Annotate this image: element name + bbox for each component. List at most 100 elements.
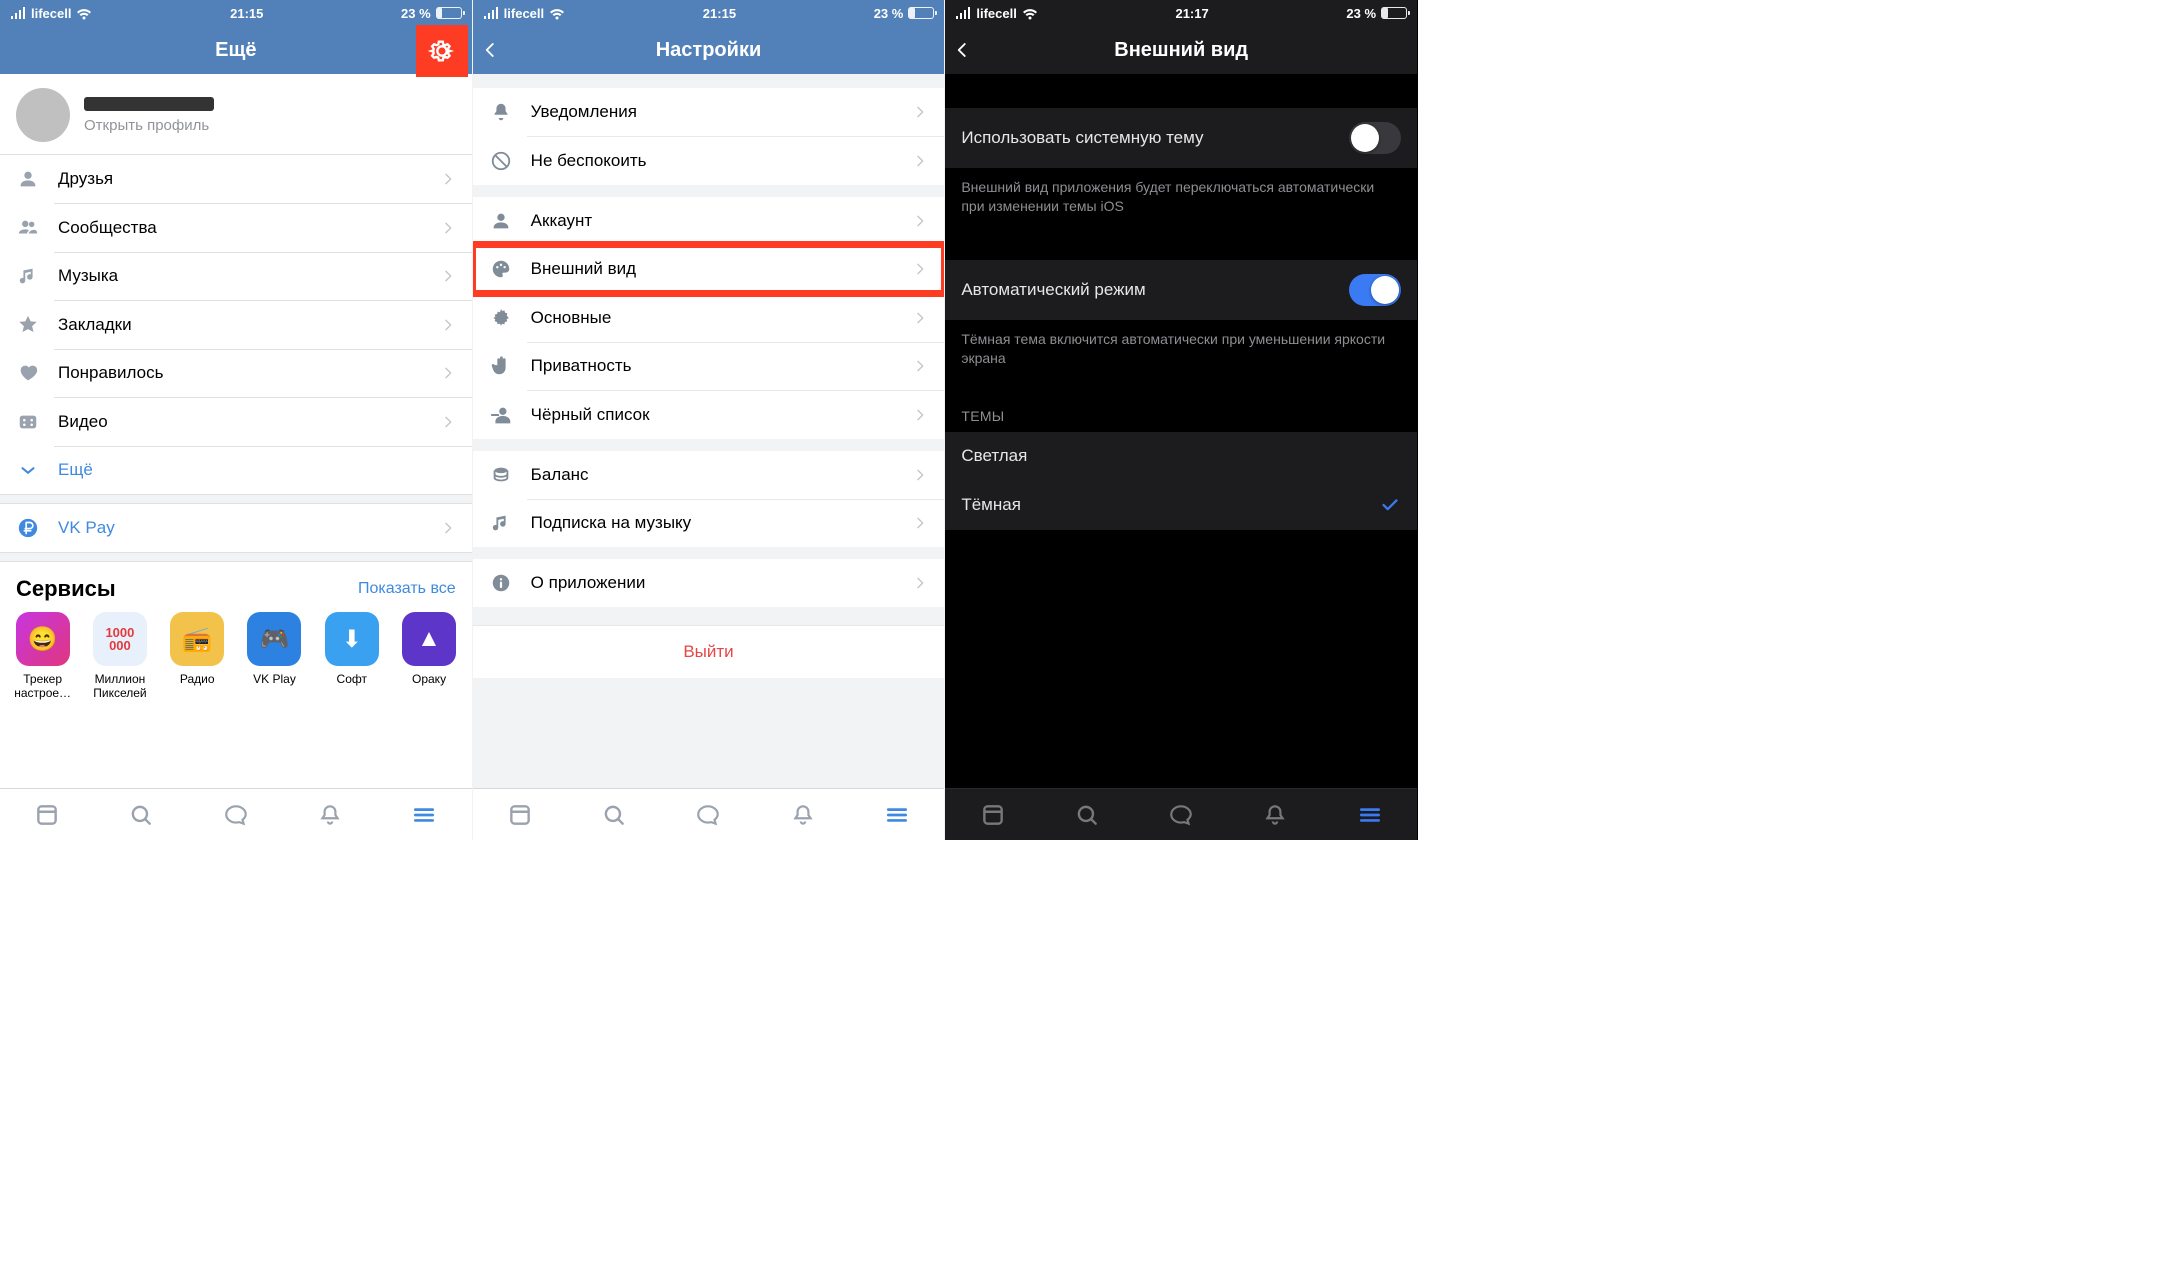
battery-icon <box>436 7 462 19</box>
row-about[interactable]: О приложении <box>473 559 945 607</box>
user-icon <box>489 209 513 233</box>
row-balance[interactable]: Баланс <box>473 451 945 499</box>
row-theme-dark[interactable]: Тёмная <box>945 480 1417 530</box>
page-title: Настройки <box>656 39 762 62</box>
hand-icon <box>489 354 513 378</box>
tab-feed[interactable] <box>973 795 1013 835</box>
signal-icon <box>10 7 26 19</box>
row-dnd[interactable]: Не беспокоить <box>473 137 945 185</box>
menu-bookmarks[interactable]: Закладки <box>0 301 472 349</box>
tab-menu[interactable] <box>877 795 917 835</box>
menu-more[interactable]: Ещё <box>0 446 472 494</box>
menu-vkpay[interactable]: VK Pay <box>0 504 472 552</box>
tab-search[interactable] <box>1067 795 1107 835</box>
row-account[interactable]: Аккаунт <box>473 197 945 245</box>
tab-menu[interactable] <box>404 795 444 835</box>
battery-icon <box>1381 7 1407 19</box>
chevron-right-icon <box>912 467 928 483</box>
tab-messages[interactable] <box>1161 795 1201 835</box>
menu-liked[interactable]: Понравилось <box>0 349 472 397</box>
switch-system-theme[interactable] <box>1349 122 1401 154</box>
service-item[interactable]: 🎮 VK Play <box>244 612 305 701</box>
menu-music[interactable]: Музыка <box>0 252 472 300</box>
status-time: 21:17 <box>1175 6 1208 21</box>
battery-icon <box>908 7 934 19</box>
row-auto-mode[interactable]: Автоматический режим <box>945 260 1417 320</box>
info-icon <box>489 571 513 595</box>
chevron-right-icon <box>912 358 928 374</box>
tab-messages[interactable] <box>688 795 728 835</box>
tab-bar <box>945 788 1417 840</box>
check-icon <box>1379 494 1401 516</box>
back-button[interactable] <box>473 26 511 74</box>
palette-icon <box>489 257 513 281</box>
service-item[interactable]: 1000000 Миллион Пикселей <box>89 612 150 701</box>
back-button[interactable] <box>945 26 983 74</box>
gear-icon[interactable] <box>428 37 456 65</box>
tab-search[interactable] <box>121 795 161 835</box>
battery-text: 23 % <box>1346 6 1376 21</box>
chevron-right-icon <box>912 407 928 423</box>
auto-mode-desc: Тёмная тема включится автоматически при … <box>945 320 1417 386</box>
chevron-down-icon <box>16 458 40 482</box>
menu-friends[interactable]: Друзья <box>0 155 472 203</box>
service-item[interactable]: 📻 Радио <box>167 612 228 701</box>
signal-icon <box>483 7 499 19</box>
row-theme-light[interactable]: Светлая <box>945 432 1417 480</box>
chevron-right-icon <box>912 104 928 120</box>
tab-feed[interactable] <box>500 795 540 835</box>
dnd-icon <box>489 149 513 173</box>
service-item[interactable]: ⬇ Софт <box>321 612 382 701</box>
tab-notifications[interactable] <box>783 795 823 835</box>
menu-video[interactable]: Видео <box>0 398 472 446</box>
status-bar: lifecell 21:15 23 % <box>473 0 945 26</box>
gear-icon <box>489 306 513 330</box>
row-privacy[interactable]: Приватность <box>473 342 945 390</box>
row-music-sub[interactable]: Подписка на музыку <box>473 499 945 547</box>
heart-icon <box>16 361 40 385</box>
battery-text: 23 % <box>874 6 904 21</box>
services-showall[interactable]: Показать все <box>358 580 456 598</box>
chevron-right-icon <box>440 171 456 187</box>
signal-icon <box>955 7 971 19</box>
status-bar: lifecell 21:17 23 % <box>945 0 1417 26</box>
tab-notifications[interactable] <box>310 795 350 835</box>
page-title: Внешний вид <box>1114 39 1248 62</box>
services-row[interactable]: 😄 Трекер настрое… 1000000 Миллион Пиксел… <box>0 612 472 701</box>
chevron-right-icon <box>912 261 928 277</box>
chevron-right-icon <box>912 515 928 531</box>
tab-notifications[interactable] <box>1255 795 1295 835</box>
chevron-right-icon <box>440 414 456 430</box>
menu-groups[interactable]: Сообщества <box>0 204 472 252</box>
battery-text: 23 % <box>401 6 431 21</box>
chevron-right-icon <box>912 153 928 169</box>
tab-feed[interactable] <box>27 795 67 835</box>
chevron-right-icon <box>440 520 456 536</box>
switch-auto-mode[interactable] <box>1349 274 1401 306</box>
tab-menu[interactable] <box>1350 795 1390 835</box>
row-blacklist[interactable]: Чёрный список <box>473 391 945 439</box>
page-title: Ещё <box>215 39 256 62</box>
profile-sublabel: Открыть профиль <box>84 117 456 134</box>
tab-search[interactable] <box>594 795 634 835</box>
row-notifications[interactable]: Уведомления <box>473 88 945 136</box>
coins-icon <box>489 463 513 487</box>
profile-row[interactable]: Открыть профиль <box>0 74 472 155</box>
chevron-right-icon <box>440 268 456 284</box>
logout-button[interactable]: Выйти <box>473 625 945 678</box>
row-appearance[interactable]: Внешний вид <box>473 245 945 293</box>
users-icon <box>16 216 40 240</box>
carrier: lifecell <box>504 6 544 21</box>
service-item[interactable]: ▲ Ораку <box>398 612 459 701</box>
ruble-icon <box>16 516 40 540</box>
status-bar: lifecell 21:15 23 % <box>0 0 472 26</box>
tab-bar <box>0 788 472 840</box>
service-item[interactable]: 😄 Трекер настрое… <box>12 612 73 701</box>
wifi-icon <box>76 7 92 20</box>
avatar <box>16 88 70 142</box>
tab-messages[interactable] <box>216 795 256 835</box>
row-system-theme[interactable]: Использовать системную тему <box>945 108 1417 168</box>
bell-icon <box>489 100 513 124</box>
wifi-icon <box>549 7 565 20</box>
row-general[interactable]: Основные <box>473 294 945 342</box>
